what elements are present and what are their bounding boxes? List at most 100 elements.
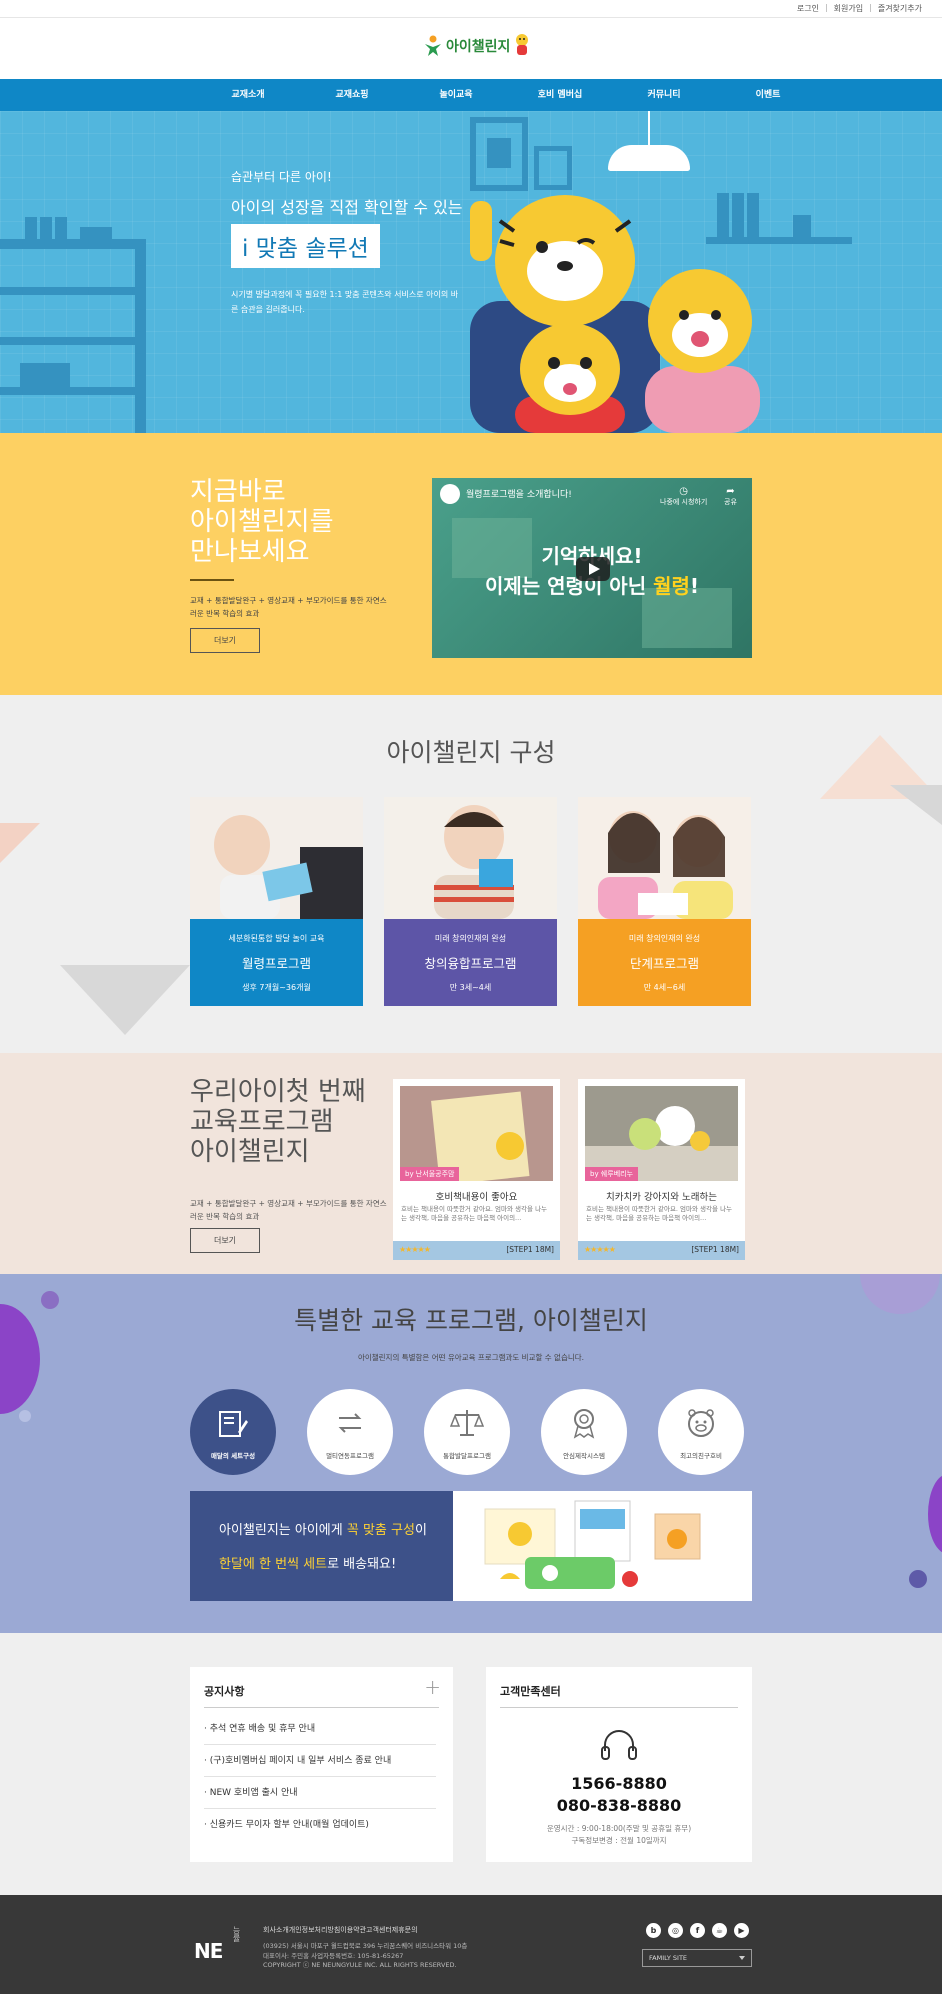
review-title: 호비책내용이 좋아요 bbox=[435, 1192, 518, 1203]
books-stack bbox=[20, 363, 70, 387]
feature-label: 안심제작시스템 bbox=[563, 1452, 605, 1460]
ne-logo[interactable]: NE bbox=[194, 1939, 223, 1963]
decor-circle bbox=[19, 1410, 31, 1422]
program-card-step[interactable]: 미래 창의인재의 완성 단계프로그램 만 4세~6세 bbox=[578, 797, 751, 1006]
card-bottom: 세분화된통합 발달 놀이 교육 월령프로그램 생후 7개월~36개월 bbox=[190, 919, 363, 1006]
main-nav: 교재소개 교재쇼핑 놀이교육 호비 멤버십 커뮤니티 이벤트 bbox=[0, 79, 942, 111]
nav-item-community[interactable]: 커뮤니티 bbox=[612, 79, 716, 111]
scale-icon bbox=[450, 1410, 484, 1436]
footer-links[interactable]: 회사소개개인정보처리방침이용약관고객센터제휴문의 bbox=[263, 1925, 418, 1935]
plus-icon[interactable]: + bbox=[424, 1675, 441, 1699]
feature-multi-link[interactable]: 멀티연동프로그램 bbox=[307, 1389, 393, 1475]
banner-text: 아이챌린지는 아이에게 bbox=[219, 1523, 347, 1538]
nav-item-textbook[interactable]: 교재소개 bbox=[196, 79, 300, 111]
banner-line-1: 아이챌린지는 아이에게 꼭 맞춤 구성이 bbox=[219, 1519, 427, 1538]
kakao-icon[interactable]: ☕ bbox=[712, 1923, 727, 1938]
more-button[interactable]: 더보기 bbox=[190, 628, 260, 653]
site-logo[interactable]: 아이챌린지 bbox=[424, 33, 530, 59]
caption-text: ! bbox=[689, 574, 700, 598]
share-button[interactable]: ➦ 공유 bbox=[724, 486, 737, 507]
composition-title: 아이챌린지 구성 bbox=[386, 738, 556, 767]
composition-section: 아이챌린지 구성 세분화된통합 발달 놀이 교육 월령프로그램 생후 7개월~3… bbox=[0, 695, 942, 1053]
hero-subtitle-2: 아이의 성장을 직접 확인할 수 있는 bbox=[231, 198, 463, 217]
banner-highlight: 꼭 맞춤 구성 bbox=[346, 1523, 415, 1538]
nav-item-membership[interactable]: 호비 멤버십 bbox=[508, 79, 612, 111]
banner-text: 이 bbox=[414, 1523, 427, 1538]
card-age: 만 3세~4세 bbox=[449, 983, 492, 992]
feature-hobi-friend[interactable]: 최고의친구호비 bbox=[658, 1389, 744, 1475]
notice-item[interactable]: · 신용카드 무이자 할부 안내(매월 업데이트) bbox=[204, 1809, 436, 1841]
nav-item-event[interactable]: 이벤트 bbox=[716, 79, 820, 111]
video-title[interactable]: 월령프로그램을 소개합니다! bbox=[466, 487, 572, 500]
caption-text: 이제는 연령이 아닌 bbox=[484, 574, 654, 598]
feature-safety[interactable]: 안심제작시스템 bbox=[541, 1389, 627, 1475]
logo-text: 아이챌린지 bbox=[446, 39, 511, 55]
first-program-description: 교재 + 통합발달완구 + 영상교재 + 부모가이드를 통한 자연스러운 반복 … bbox=[190, 1199, 387, 1221]
review-card[interactable]: by 쉐루베리누 치카치카 강아지와 노래하는 호비는 책내용이 따뜻한거 같아… bbox=[578, 1079, 745, 1260]
card-subtitle: 미래 창의인재의 완성 bbox=[628, 934, 701, 943]
books bbox=[40, 217, 52, 239]
bookshelf-left bbox=[0, 287, 146, 295]
facebook-icon[interactable]: f bbox=[690, 1923, 705, 1938]
divider bbox=[500, 1707, 738, 1708]
feature-integrated[interactable]: 통합발달프로그램 bbox=[424, 1389, 510, 1475]
books bbox=[55, 217, 67, 239]
header: 아이챌린지 bbox=[0, 18, 942, 79]
notice-item[interactable]: · 추석 연휴 배송 및 휴무 안내 bbox=[204, 1713, 436, 1745]
phone-number[interactable]: 1566-8880 bbox=[486, 1774, 752, 1793]
hero-banner: 습관부터 다른 아이! 아이의 성장을 직접 확인할 수 있는 i 맞춤 솔루션… bbox=[0, 111, 942, 433]
clock-icon: ◷ bbox=[679, 486, 689, 497]
family-site-select[interactable]: FAMILY SITE bbox=[642, 1949, 752, 1967]
nav-item-shop[interactable]: 교재쇼핑 bbox=[300, 79, 404, 111]
decor-triangle bbox=[0, 823, 40, 863]
rating-stars: ★★★★★ bbox=[584, 1245, 616, 1254]
program-card-creative[interactable]: 미래 창의인재의 완성 창의융합프로그램 만 3세~4세 bbox=[384, 797, 557, 1006]
ne-logo-sub: 능률 bbox=[232, 1926, 241, 1942]
separator: | bbox=[869, 3, 872, 12]
video-player[interactable]: 월령프로그램을 소개합니다! ◷ 나중에 시청하기 ➦ 공유 기억하세요! 이제… bbox=[432, 478, 752, 658]
feature-monthly-set[interactable]: 매달의 세트구성 bbox=[190, 1389, 276, 1475]
subscription-change-info: 구독정보변경 : 전월 10일까지 bbox=[571, 1836, 667, 1845]
banner-text: 로 배송돼요! bbox=[327, 1557, 397, 1572]
card-bottom: 미래 창의인재의 완성 창의융합프로그램 만 3세~4세 bbox=[384, 919, 557, 1006]
utility-bar: 로그인 | 회원가입 | 즐겨찾기추가 bbox=[0, 0, 942, 18]
review-title: 치카치카 강아지와 노래하는 bbox=[606, 1192, 717, 1203]
watch-later-button[interactable]: ◷ 나중에 시청하기 bbox=[660, 486, 707, 507]
title-line: 교육프로그램 bbox=[190, 1107, 334, 1137]
tiger-family-illustration bbox=[470, 195, 760, 433]
notice-item[interactable]: · NEW 호비앱 출시 안내 bbox=[204, 1777, 436, 1809]
title-line: 아이챌린지 bbox=[190, 1137, 310, 1167]
nav-item-play[interactable]: 놀이교육 bbox=[404, 79, 508, 111]
card-title: 단계프로그램 bbox=[629, 956, 699, 971]
bookmark-link[interactable]: 즐겨찾기추가 bbox=[878, 3, 922, 14]
blog-icon[interactable]: b bbox=[646, 1923, 661, 1938]
youtube-icon[interactable]: ▶ bbox=[734, 1923, 749, 1938]
banner-text-panel: 아이챌린지는 아이에게 꼭 맞춤 구성이 한달에 한 번씩 세트로 배송돼요! bbox=[190, 1491, 453, 1601]
join-link[interactable]: 회원가입 bbox=[834, 3, 863, 14]
phone-number[interactable]: 080-838-8880 bbox=[486, 1796, 752, 1815]
bookshelf-post bbox=[135, 239, 146, 433]
login-link[interactable]: 로그인 bbox=[797, 3, 819, 14]
review-text: 호비는 책내용이 따뜻한거 같아요. 엄마와 생각을 나누는 생각책, 마음을 … bbox=[401, 1205, 548, 1222]
feature-label: 멀티연동프로그램 bbox=[326, 1452, 374, 1460]
play-button[interactable] bbox=[576, 557, 610, 581]
hero-subtitle-1: 습관부터 다른 아이! bbox=[231, 170, 332, 184]
reviewer-tag: by 난서울공주맘 bbox=[400, 1167, 460, 1181]
cs-title: 고객만족센터 bbox=[500, 1685, 561, 1698]
set-products-image bbox=[484, 1500, 701, 1589]
bookshelf-left bbox=[0, 239, 146, 249]
channel-avatar[interactable] bbox=[440, 484, 460, 504]
set-delivery-banner: 아이챌린지는 아이에게 꼭 맞춤 구성이 한달에 한 번씩 세트로 배송돼요! bbox=[190, 1491, 752, 1601]
sync-arrows-icon bbox=[338, 1413, 362, 1433]
feature-label: 최고의친구호비 bbox=[680, 1452, 722, 1460]
gift-box bbox=[80, 227, 112, 239]
reviewer-tag: by 쉐루베리누 bbox=[585, 1167, 639, 1181]
watch-later-label: 나중에 시청하기 bbox=[660, 498, 708, 506]
review-card[interactable]: by 난서울공주맘 호비책내용이 좋아요 호비는 책내용이 따뜻한거 같아요. … bbox=[393, 1079, 560, 1260]
instagram-icon[interactable]: ◎ bbox=[668, 1923, 683, 1938]
intro-video-section: 지금바로 아이챌린지를 만나보세요 교재 + 통합발달완구 + 영상교재 + 부… bbox=[0, 433, 942, 707]
program-card-monthly[interactable]: 세분화된통합 발달 놀이 교육 월령프로그램 생후 7개월~36개월 bbox=[190, 797, 363, 1006]
card-age: 생후 7개월~36개월 bbox=[242, 983, 311, 992]
more-button[interactable]: 더보기 bbox=[190, 1228, 260, 1253]
notice-item[interactable]: · (구)호비멤버십 페이지 내 일부 서비스 종료 안내 bbox=[204, 1745, 436, 1777]
